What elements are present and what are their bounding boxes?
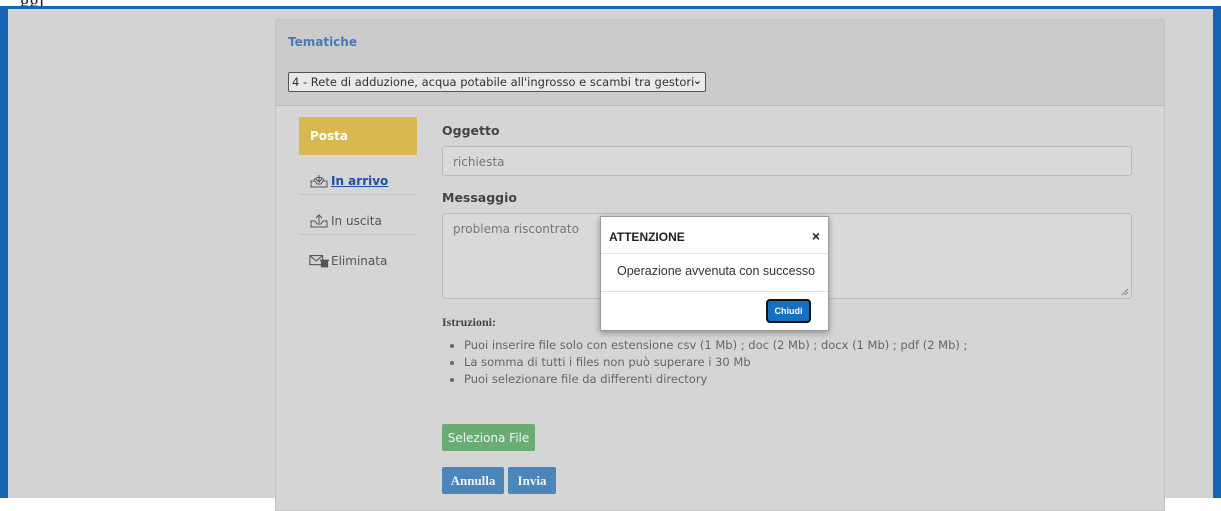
istruzioni-item: Puoi selezionare file da differenti dire… (464, 371, 967, 388)
messaggio-label: Messaggio (442, 190, 517, 205)
oggetto-input[interactable]: richiesta (442, 146, 1132, 176)
istruzioni-title: Istruzioni: (442, 315, 496, 329)
tematiche-select-value: 4 - Rete di adduzione, acqua potabile al… (292, 75, 695, 89)
istruzioni-list: Puoi inserire file solo con estensione c… (442, 337, 967, 388)
sidebar-item-label: In uscita (331, 213, 382, 228)
tematiche-select[interactable]: 4 - Rete di adduzione, acqua potabile al… (288, 72, 706, 92)
invia-button[interactable]: Invia (508, 467, 556, 494)
istruzioni-item: Puoi inserire file solo con estensione c… (464, 337, 967, 354)
sidebar-item-label: Eliminata (331, 254, 388, 268)
dialog-header: ATTENZIONE × (601, 217, 828, 254)
tematiche-header: Tematiche 4 - Rete di adduzione, acqua p… (276, 20, 1164, 106)
tematiche-label: Tematiche (288, 35, 357, 49)
chiudi-button[interactable]: Chiudi (766, 299, 811, 323)
chevron-down-icon: ⌄ (692, 74, 702, 87)
sidebar-item-in-uscita[interactable]: In uscita (299, 195, 417, 235)
istruzioni-item: La somma di tutti i files non può supera… (464, 354, 967, 371)
mail-sidebar: Posta In arrivo In uscita Eliminata (299, 117, 417, 275)
dialog-title: ATTENZIONE (609, 230, 685, 244)
alert-dialog: ATTENZIONE × Operazione avvenuta con suc… (600, 216, 829, 331)
close-icon[interactable]: × (812, 228, 820, 244)
sidebar-header-posta: Posta (299, 117, 417, 155)
oggetto-label: Oggetto (442, 123, 500, 138)
trash-mail-icon (309, 254, 329, 268)
sidebar-item-eliminata[interactable]: Eliminata (299, 235, 417, 275)
messaggio-text: problema riscontrato (453, 222, 579, 236)
sidebar-item-in-arrivo[interactable]: In arrivo (299, 155, 417, 195)
inbox-icon (310, 174, 328, 187)
dialog-message: Operazione avvenuta con successo (601, 254, 828, 292)
outbox-icon (310, 213, 328, 227)
sidebar-item-label[interactable]: In arrivo (331, 174, 388, 188)
seleziona-file-button[interactable]: Seleziona File (442, 424, 535, 451)
annulla-button[interactable]: Annulla (442, 467, 504, 494)
resize-grip-icon[interactable] (1121, 288, 1129, 296)
